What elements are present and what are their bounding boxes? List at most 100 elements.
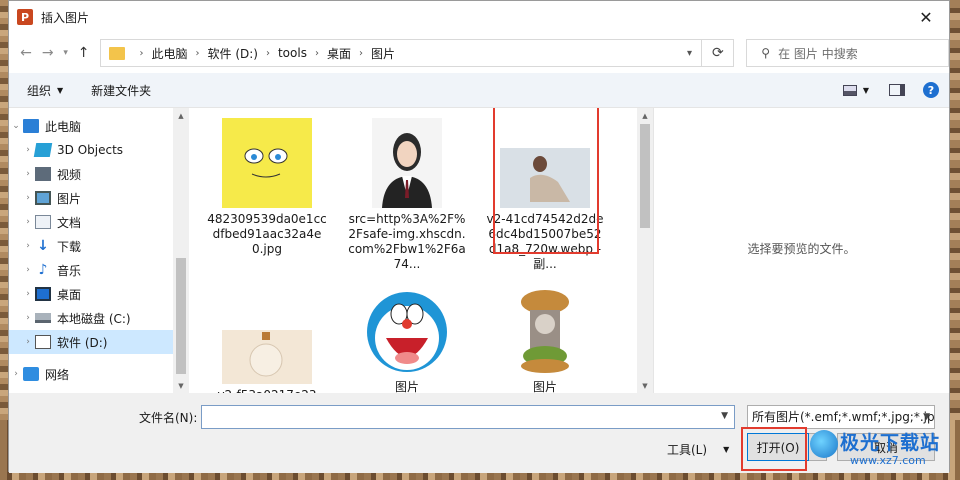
insert-picture-dialog: P 插入图片 ✕ ← → ▾ ↑ › 此电脑 › 软件 (D:) › tools… xyxy=(8,0,950,473)
nav-item-music[interactable]: › ♪ 音乐 xyxy=(9,258,189,282)
address-bar[interactable]: › 此电脑 › 软件 (D:) › tools › 桌面 › 图片 ▾ xyxy=(100,39,703,67)
nav-item-documents[interactable]: › 文档 xyxy=(9,210,189,234)
command-bar: 组织 ▼ 新建文件夹 ▼ ? xyxy=(9,73,949,107)
pictures-icon xyxy=(35,191,51,205)
close-button[interactable]: ✕ xyxy=(903,1,949,33)
filename-label: 文件名(N): xyxy=(139,411,198,425)
doraemon-face-image xyxy=(367,292,447,372)
breadcrumb-separator[interactable]: › xyxy=(266,48,270,59)
cat-burger-thumbnail xyxy=(500,286,590,376)
search-input[interactable]: ⚲ 在 图片 中搜索 xyxy=(746,39,950,67)
nav-item-label: 软件 (D:) xyxy=(57,335,108,350)
breadcrumb-this-pc[interactable]: 此电脑 xyxy=(151,45,187,62)
breadcrumb-pictures[interactable]: 图片 xyxy=(371,45,395,62)
spongebob-face-icon xyxy=(244,148,288,178)
documents-icon xyxy=(35,215,51,229)
nav-item-desktop[interactable]: › 桌面 xyxy=(9,282,189,306)
nav-item-label: 图片 xyxy=(57,191,82,206)
breadcrumb-separator[interactable]: › xyxy=(359,48,363,59)
expand-chevron-icon[interactable]: › xyxy=(21,241,35,251)
nav-item-network[interactable]: › 网络 xyxy=(9,362,189,386)
file-tile[interactable]: v2-f53a0217e23 xyxy=(207,294,327,394)
scroll-up-arrow-icon[interactable]: ▲ xyxy=(637,108,653,124)
nav-item-videos[interactable]: › 视频 xyxy=(9,162,189,186)
caret-down-icon: ▼ xyxy=(723,445,730,454)
nav-item-downloads[interactable]: › ↓ 下载 xyxy=(9,234,189,258)
file-list-scrollbar[interactable]: ▲ ▼ xyxy=(637,108,653,394)
breadcrumb-desktop[interactable]: 桌面 xyxy=(327,45,351,62)
view-options-caret-icon[interactable]: ▼ xyxy=(863,86,869,95)
file-tile[interactable]: src=http%3A%2F%2Fsafe-img.xhscdn.com%2Fb… xyxy=(347,118,467,272)
recent-locations-chevron-icon[interactable]: ▾ xyxy=(59,42,73,64)
expand-chevron-icon[interactable]: › xyxy=(21,337,35,347)
breadcrumb-tools[interactable]: tools xyxy=(278,46,307,60)
folder-icon xyxy=(109,46,126,60)
organize-menu-button[interactable]: 组织 ▼ xyxy=(27,82,63,99)
window-title: 插入图片 xyxy=(41,10,90,25)
main-area: ⌄ 此电脑 › 3D Objects › 视频 › 图片 › 文档 › ↓ 下载… xyxy=(9,107,949,394)
preview-pane-toggle-icon[interactable] xyxy=(889,84,905,96)
desktop-background-right xyxy=(950,0,960,480)
nav-item-local-disk-c[interactable]: › 本地磁盘 (C:) xyxy=(9,306,189,330)
expand-chevron-icon[interactable]: › xyxy=(21,313,35,323)
scroll-down-arrow-icon[interactable]: ▼ xyxy=(637,378,653,394)
3d-objects-icon xyxy=(33,143,53,157)
scrollbar-thumb[interactable] xyxy=(640,124,650,228)
scrollbar-thumb[interactable] xyxy=(176,258,186,374)
navigation-scrollbar[interactable]: ▲ ▼ xyxy=(173,108,189,394)
tools-menu-button[interactable]: 工具(L) ▼ xyxy=(667,441,729,458)
file-tile[interactable]: 图片 xyxy=(485,286,605,394)
desktop-icon xyxy=(35,287,51,301)
watermark: 极光下载站 www.xz7.com xyxy=(810,424,956,474)
file-list: 482309539da0e1ccdfbed91aac32a4e0.jpg src… xyxy=(191,108,637,394)
nav-item-3d-objects[interactable]: › 3D Objects xyxy=(9,138,189,162)
up-arrow-icon[interactable]: ↑ xyxy=(73,42,95,64)
file-type-value: 所有图片(*.emf;*.wmf;*.jpg;*.jp xyxy=(752,410,935,424)
cat-burger-image xyxy=(521,290,569,373)
preview-pane: 选择要预览的文件。 xyxy=(653,108,949,394)
back-arrow-icon[interactable]: ← xyxy=(15,42,37,64)
tools-label: 工具(L) xyxy=(667,443,708,457)
expand-chevron-icon[interactable]: › xyxy=(21,289,35,299)
scroll-up-arrow-icon[interactable]: ▲ xyxy=(173,108,189,124)
nav-item-drive-d[interactable]: › 软件 (D:) xyxy=(9,330,173,354)
nav-item-label: 3D Objects xyxy=(57,143,124,157)
expand-chevron-icon[interactable]: › xyxy=(21,265,35,275)
search-icon: ⚲ xyxy=(761,46,771,60)
music-note-icon: ♪ xyxy=(38,262,48,278)
scroll-down-arrow-icon[interactable]: ▼ xyxy=(173,378,189,394)
expand-chevron-icon[interactable]: › xyxy=(21,217,35,227)
red-highlight-open-button xyxy=(741,427,807,471)
forward-arrow-icon[interactable]: → xyxy=(37,42,59,64)
spongebob-thumbnail xyxy=(222,118,312,208)
expand-chevron-icon[interactable]: › xyxy=(9,369,23,379)
change-view-icon[interactable] xyxy=(842,84,857,96)
nav-item-label: 桌面 xyxy=(57,287,82,302)
address-dropdown-chevron-icon[interactable]: ▾ xyxy=(677,48,701,59)
nav-item-this-pc[interactable]: ⌄ 此电脑 xyxy=(9,114,189,138)
nav-item-label: 视频 xyxy=(57,167,82,182)
bottom-bar: 文件名(N): ▼ 所有图片(*.emf;*.wmf;*.jpg;*.jp ▼ … xyxy=(9,393,949,473)
expand-chevron-icon[interactable]: › xyxy=(21,193,35,203)
perfume-bottle-thumbnail xyxy=(222,294,312,384)
collapse-chevron-icon[interactable]: ⌄ xyxy=(9,121,23,131)
navigation-pane: ⌄ 此电脑 › 3D Objects › 视频 › 图片 › 文档 › ↓ 下载… xyxy=(9,108,189,394)
file-tile[interactable]: 图片 xyxy=(347,286,467,394)
breadcrumb-separator[interactable]: › xyxy=(315,48,319,59)
nav-item-pictures[interactable]: › 图片 xyxy=(9,186,189,210)
expand-chevron-icon[interactable]: › xyxy=(21,169,35,179)
file-name: 图片 xyxy=(394,380,419,394)
address-row: ← → ▾ ↑ › 此电脑 › 软件 (D:) › tools › 桌面 › 图… xyxy=(9,33,950,73)
breadcrumb-drive-d[interactable]: 软件 (D:) xyxy=(208,45,258,62)
help-icon[interactable]: ? xyxy=(923,82,939,98)
filename-dropdown-chevron-icon[interactable]: ▼ xyxy=(721,411,728,421)
breadcrumb-separator[interactable]: › xyxy=(196,48,200,59)
refresh-icon[interactable]: ⟳ xyxy=(702,39,735,67)
new-folder-button[interactable]: 新建文件夹 xyxy=(91,82,151,99)
file-name: src=http%3A%2F%2Fsafe-img.xhscdn.com%2Fb… xyxy=(348,212,466,271)
file-tile[interactable]: 482309539da0e1ccdfbed91aac32a4e0.jpg xyxy=(207,118,327,257)
new-folder-label: 新建文件夹 xyxy=(91,83,152,98)
filename-input[interactable]: ▼ xyxy=(201,405,735,429)
perfume-bottle-image xyxy=(222,330,312,384)
expand-chevron-icon[interactable]: › xyxy=(21,145,35,155)
